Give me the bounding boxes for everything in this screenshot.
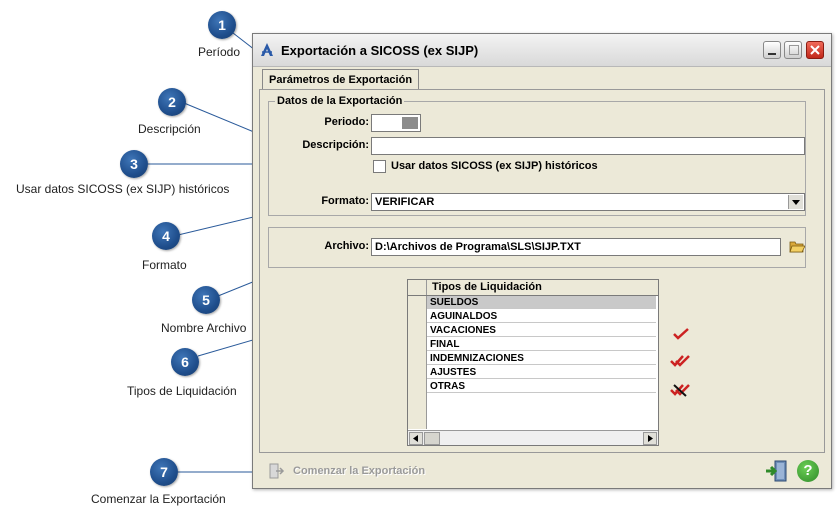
grid-row-aguinaldos[interactable]: AGUINALDOS <box>427 310 656 323</box>
single-check-icon[interactable] <box>672 327 690 341</box>
callout-marker-7: 7 <box>150 458 178 486</box>
formato-value: VERIFICAR <box>375 196 435 208</box>
double-check-icon[interactable] <box>670 354 690 368</box>
archivo-input[interactable]: D:\Archivos de Programa\SLS\SIJP.TXT <box>371 238 781 256</box>
grid-row-otras[interactable]: OTRAS <box>427 380 656 393</box>
title-bar[interactable]: Exportación a SICOSS (ex SIJP) <box>253 34 831 67</box>
group-archivo: Archivo: D:\Archivos de Programa\SLS\SIJ… <box>268 227 806 268</box>
historicos-checkbox[interactable] <box>373 160 386 173</box>
group-datos-exportacion: Datos de la Exportación Periodo: Descrip… <box>268 95 806 216</box>
grid-row-ajustes[interactable]: AJUSTES <box>427 366 656 379</box>
minimize-icon <box>768 53 776 55</box>
callout-label-2: Descripción <box>138 122 201 136</box>
liquidaciones-grid[interactable]: Tipos de Liquidación SUELDOS AGUINALDOS … <box>407 279 659 446</box>
grid-corner <box>408 280 427 295</box>
maximize-button[interactable] <box>784 41 802 59</box>
help-icon[interactable]: ? <box>797 460 819 482</box>
minimize-button[interactable] <box>763 41 781 59</box>
close-icon <box>810 45 820 55</box>
group-title: Datos de la Exportación <box>275 95 405 107</box>
exit-door-icon[interactable] <box>765 459 789 483</box>
callout-label-3: Usar datos SICOSS (ex SIJP) históricos <box>16 182 230 196</box>
export-window: Exportación a SICOSS (ex SIJP) Parámetro… <box>252 33 832 489</box>
grid-row-vacaciones[interactable]: VACACIONES <box>427 324 656 337</box>
app-icon <box>261 43 273 56</box>
callout-marker-5: 5 <box>192 286 220 314</box>
callout-marker-4: 4 <box>152 222 180 250</box>
uncheck-all-icon[interactable] <box>670 383 690 397</box>
window-title: Exportación a SICOSS (ex SIJP) <box>281 43 479 58</box>
chevron-down-icon <box>792 200 800 205</box>
callout-label-7: Comenzar la Exportación <box>91 492 226 506</box>
callout-label-4: Formato <box>142 258 187 272</box>
tab-panel: Datos de la Exportación Periodo: Descrip… <box>259 89 825 453</box>
maximize-icon <box>789 45 799 55</box>
callout-label-6: Tipos de Liquidación <box>127 384 237 398</box>
grid-row-sueldos[interactable]: SUELDOS <box>427 296 656 309</box>
callout-label-5: Nombre Archivo <box>161 321 247 335</box>
tab-parametros[interactable]: Parámetros de Exportación <box>262 69 420 90</box>
grid-row-indemnizaciones[interactable]: INDEMNIZACIONES <box>427 352 656 365</box>
archivo-label: Archivo: <box>324 240 369 252</box>
formato-dropdown-button[interactable] <box>788 195 803 209</box>
scroll-thumb[interactable] <box>424 432 440 445</box>
grid-row-final[interactable]: FINAL <box>427 338 656 351</box>
descripcion-input[interactable] <box>371 137 805 155</box>
close-button[interactable] <box>806 41 824 59</box>
historicos-label: Usar datos SICOSS (ex SIJP) históricos <box>391 160 598 172</box>
scroll-right-button[interactable] <box>643 432 657 445</box>
chevron-right-icon <box>648 435 653 442</box>
formato-label: Formato: <box>321 195 369 207</box>
grid-row-headers <box>408 296 427 429</box>
grid-horizontal-scrollbar[interactable] <box>408 430 658 445</box>
callout-marker-1: 1 <box>208 11 236 39</box>
start-export-icon[interactable] <box>267 462 285 480</box>
periodo-spinner[interactable] <box>402 117 418 129</box>
grid-header-label: Tipos de Liquidación <box>432 281 542 293</box>
callout-marker-3: 3 <box>120 150 148 178</box>
folder-open-icon[interactable] <box>789 239 805 254</box>
callout-label-1: Período <box>198 45 241 59</box>
grid-header: Tipos de Liquidación <box>408 280 658 296</box>
chevron-left-icon <box>413 435 418 442</box>
callout-marker-6: 6 <box>171 348 199 376</box>
periodo-label: Periodo: <box>324 116 369 128</box>
formato-select[interactable]: VERIFICAR <box>371 193 805 211</box>
callout-marker-2: 2 <box>158 88 186 116</box>
periodo-field[interactable] <box>371 114 421 132</box>
scroll-left-button[interactable] <box>409 432 423 445</box>
start-export-button[interactable]: Comenzar la Exportación <box>293 465 425 477</box>
descripcion-label: Descripción: <box>302 139 369 151</box>
